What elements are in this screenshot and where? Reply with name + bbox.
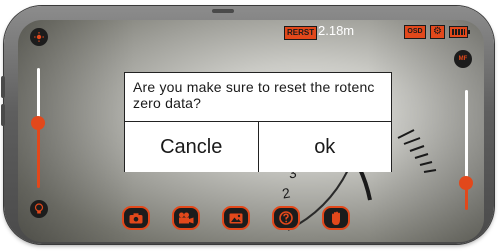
mf-button[interactable]: MF [454,50,472,68]
cancel-button[interactable]: Cancle [125,122,258,172]
video-camera-icon [179,212,194,224]
light-button[interactable] [30,200,48,218]
dial-tick [423,169,437,173]
settings-button[interactable]: ⚙ [430,25,445,39]
right-slider-knob[interactable] [459,176,473,190]
camera-icon [129,212,143,223]
dial-tick [403,137,421,145]
reset-confirm-dialog: Are you make sure to reset the rotenc ze… [124,72,392,172]
gear-icon: ⚙ [433,26,442,37]
gallery-button[interactable] [222,206,250,230]
ok-button[interactable]: ok [257,122,391,172]
help-icon [279,211,293,225]
dial-tick [397,129,415,139]
dial-tick [414,153,429,159]
phone-side-button-upper [1,76,5,98]
dialog-message: Are you make sure to reset the rotenc ze… [133,79,375,111]
osd-button[interactable]: OSD [404,25,426,39]
distance-readout: 2.18m [318,23,355,38]
battery-icon [449,26,470,38]
photo-button[interactable] [122,206,150,230]
phone-top-button [212,9,234,13]
status-bar: RERST 2.18m OSD ⚙ [18,20,484,50]
help-button[interactable] [272,206,300,230]
dial-label-2: 2 [281,184,292,201]
left-slider-track-fill [37,124,40,188]
right-slider-track-white [465,90,468,184]
hand-button[interactable] [322,206,350,230]
gallery-icon [229,213,243,223]
dial-ticks [397,129,437,173]
camera-screen: 3 2 RERST 2.18m OSD ⚙ MF Are you make su… [18,20,484,242]
phone-side-button-lower [1,104,5,126]
record-video-button[interactable] [172,206,200,230]
brightness-button[interactable] [30,28,48,46]
dial-tick [419,161,433,166]
battery-cells [452,29,465,35]
sun-icon [34,32,44,42]
dial-tick [409,145,425,152]
hand-icon [331,211,340,225]
bulb-icon [34,203,44,214]
right-focus-slider[interactable] [459,90,473,210]
left-brightness-slider[interactable] [31,68,45,188]
dialog-button-row: Cancle ok [125,121,391,172]
left-slider-knob[interactable] [31,116,45,130]
mf-label: MF [458,56,468,62]
reset-badge[interactable]: RERST [284,26,318,40]
